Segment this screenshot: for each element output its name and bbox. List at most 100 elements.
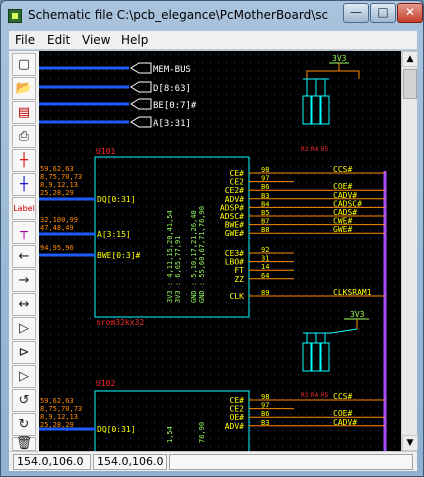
power-label-bottom: 3V3 [350, 310, 365, 319]
svg-text:47,48,49: 47,48,49 [40, 224, 74, 232]
undo-icon[interactable]: ↺ [12, 389, 36, 412]
pin-name: CLK [230, 292, 245, 301]
pin-name: ADV# [225, 422, 244, 431]
vertical-scrollbar[interactable]: ▲ ▼ [401, 51, 418, 451]
gnd-pins-text: GND : 55,60,67,71,76,90 [198, 206, 206, 303]
power-label-top: 3V3 [332, 54, 347, 63]
gate-icon[interactable]: ▷ [12, 317, 36, 340]
power-pins-bottom: 1,54 [166, 426, 174, 443]
svg-text:59,62,63: 59,62,63 [40, 397, 74, 405]
menu-bar: File Edit View Help [9, 31, 417, 50]
minimize-button[interactable]: — [343, 3, 369, 23]
svg-text:8,75,70,73: 8,75,70,73 [40, 173, 82, 181]
pin-number: B6 [261, 410, 269, 418]
bus-label-be: BE[0:7]# [153, 101, 197, 111]
svg-text:8,75,70,73: 8,75,70,73 [40, 405, 82, 413]
bus-label-a: A[3:31] [153, 119, 191, 129]
pin-number: 92 [261, 246, 269, 254]
status-cursor: 154.0,106.0 [93, 454, 167, 470]
pin-name: ZZ [234, 275, 244, 284]
pin-number: 98 [261, 166, 269, 174]
pin-bwe: BWE[0:3]# [97, 251, 141, 260]
pin-number: 64 [261, 272, 269, 280]
pin-left-icon[interactable]: ← [12, 245, 36, 268]
net-label: GWE# [333, 225, 352, 234]
delete-icon[interactable]: 🗑 [12, 437, 36, 451]
component-part: srom32kx32 [96, 318, 144, 327]
bus-label-d: D[8:63] [153, 84, 191, 94]
pin-name: GWE# [225, 229, 244, 238]
maximize-button[interactable]: □ [370, 3, 396, 23]
svg-text:R5: R5 [321, 392, 329, 399]
pin-number: 98 [261, 393, 269, 401]
svg-text:8,9,12,13: 8,9,12,13 [40, 413, 78, 421]
save-icon[interactable]: ▤ [12, 101, 36, 124]
label-tool-button[interactable]: Label [12, 197, 36, 220]
pin-dq-bottom: DQ[0:31] [97, 425, 136, 434]
select-icon[interactable]: ▢ [12, 53, 36, 76]
wire-blue-icon[interactable]: ┼ [12, 173, 36, 196]
pin-right-icon[interactable]: → [12, 269, 36, 292]
net-label: CCS# [333, 165, 352, 174]
component-ref-bottom: U102 [96, 379, 115, 388]
svg-text:8,9,12,13: 8,9,12,13 [40, 181, 78, 189]
pin-number: 89 [261, 289, 269, 297]
gnd-pins-text: GND : 5,10,17,21,26,40 [190, 210, 198, 303]
svg-text:59,62,63: 59,62,63 [40, 165, 74, 173]
svg-text:R3: R3 [301, 392, 309, 399]
svg-text:25,28,29: 25,28,29 [40, 421, 74, 429]
schematic-canvas[interactable]: MEM-BUS D[8:63] BE[0:7]# A[3:31] 3V3 R3 … [39, 51, 401, 451]
pin-number: 31 [261, 255, 269, 263]
window-title: Schematic file C:\pcb_elegance\PcMotherB… [28, 8, 328, 22]
menu-file[interactable]: File [15, 33, 35, 47]
gate-icon[interactable]: ▷ [12, 365, 36, 388]
power-pins-text: 3V3 : 4,11,15,20,41,54 [166, 210, 174, 303]
app-window: Schematic file C:\pcb_elegance\PcMotherB… [0, 0, 424, 477]
resistor-label: R5 [321, 146, 329, 153]
pin-a: A[3:15] [97, 230, 131, 239]
app-icon [8, 9, 22, 23]
net-label: CCS# [333, 392, 352, 401]
pin-number: B4 [261, 200, 269, 208]
pin-number: B6 [261, 183, 269, 191]
component-ref: U101 [96, 147, 115, 156]
power-pins-text: 3V3 : 6,65,77,91 [174, 236, 182, 303]
scroll-up-icon[interactable]: ▲ [402, 51, 418, 67]
status-bar: 154.0,106.0 154.0,106.0 [9, 451, 417, 471]
title-bar[interactable]: Schematic file C:\pcb_elegance\PcMotherB… [1, 1, 424, 31]
pin-number: B3 [261, 419, 269, 427]
menu-help[interactable]: Help [121, 33, 148, 47]
svg-text:25,28,29: 25,28,29 [40, 189, 74, 197]
wire-red-icon[interactable]: ┼ [12, 149, 36, 172]
status-empty [169, 454, 413, 470]
net-label: CLKSRAM1 [333, 288, 372, 297]
net-label: CADV# [333, 418, 357, 427]
pin-number: 14 [261, 263, 269, 271]
scroll-down-icon[interactable]: ▼ [402, 435, 418, 451]
print-icon[interactable]: ⎙ [12, 125, 36, 148]
pin-number: B5 [261, 209, 269, 217]
pin-number: B3 [261, 192, 269, 200]
pin-number: 97 [261, 175, 269, 183]
pin-number: 97 [261, 402, 269, 410]
open-icon[interactable]: 📂 [12, 77, 36, 100]
close-button[interactable]: ✕ [397, 3, 423, 23]
pin-both-icon[interactable]: ↔ [12, 293, 36, 316]
bus-tap-icon[interactable]: ┬ [12, 221, 36, 244]
gate-icon[interactable]: ⊳ [12, 341, 36, 364]
svg-text:R4: R4 [311, 392, 319, 399]
menu-view[interactable]: View [82, 33, 110, 47]
vertical-toolbar: ▢ 📂 ▤ ⎙ ┼ ┼ Label ┬ ← → ↔ ▷ ⊳ ▷ ↺ ↻ 🗑 [9, 51, 39, 451]
pin-dq: DQ[0:31] [97, 195, 136, 204]
svg-text:32,100,99: 32,100,99 [40, 216, 78, 224]
pin-number: B8 [261, 226, 269, 234]
menu-edit[interactable]: Edit [47, 33, 70, 47]
bus-label-mem: MEM-BUS [153, 65, 191, 75]
redo-icon[interactable]: ↻ [12, 413, 36, 436]
scroll-thumb[interactable] [403, 69, 417, 99]
svg-text:94,95,96: 94,95,96 [40, 244, 74, 252]
resistor-label: R4 [311, 146, 319, 153]
resistor-label: R3 [301, 146, 309, 153]
gnd-pins-bottom: 76,90 [198, 422, 206, 443]
pin-number: B7 [261, 218, 269, 226]
